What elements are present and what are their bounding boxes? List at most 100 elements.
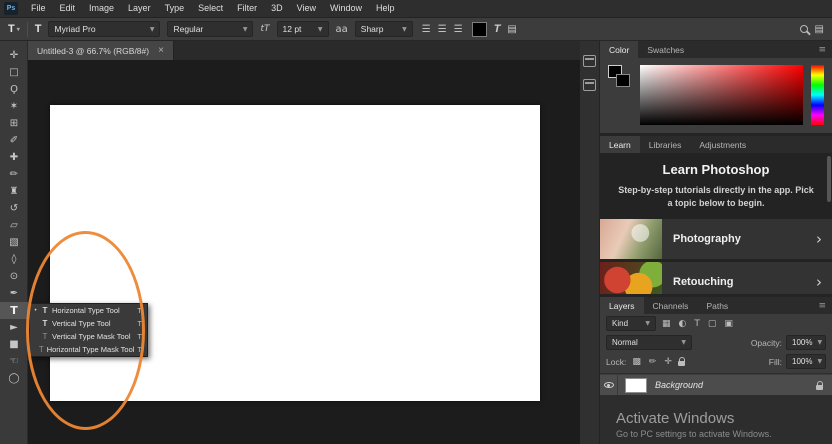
kind-filter-value: Kind xyxy=(612,319,629,328)
search-icon[interactable] xyxy=(799,25,808,33)
tool-blur[interactable]: ◊ xyxy=(0,251,28,268)
smart-object-filter-icon[interactable]: ▣ xyxy=(722,319,735,329)
eyedropper-tool-icon: ✐ xyxy=(9,134,19,146)
collapsed-panel-icon-2[interactable] xyxy=(583,79,596,91)
tool-pen[interactable]: ✒ xyxy=(0,285,28,302)
menu-filter[interactable]: Filter xyxy=(230,0,264,17)
warp-text-button[interactable]: T xyxy=(494,23,501,35)
flyout-item-vertical-type-tool[interactable]: T Vertical Type Tool T xyxy=(30,317,147,330)
tool-lasso[interactable]: Ϙ xyxy=(0,81,28,98)
tool-hand[interactable]: ☜ xyxy=(0,353,28,370)
lock-all-icon[interactable] xyxy=(677,357,685,366)
type-tool-icon: T xyxy=(8,23,15,35)
hue-slider[interactable] xyxy=(811,65,824,125)
saturation-brightness-picker[interactable] xyxy=(640,65,803,125)
layer-row-background[interactable]: Background xyxy=(600,375,832,395)
document-tab-title: Untitled-3 @ 66.7% (RGB/8#) xyxy=(37,45,150,56)
menu-image[interactable]: Image xyxy=(82,0,121,17)
shape-filter-icon[interactable]: ▢ xyxy=(706,319,719,329)
anti-alias-select[interactable]: Sharp ▼ xyxy=(354,21,413,37)
tool-dodge[interactable]: ⊙ xyxy=(0,268,28,285)
tab-layers[interactable]: Layers xyxy=(600,297,644,314)
kind-filter-select[interactable]: Kind ▼ xyxy=(606,316,656,331)
menu-window[interactable]: Window xyxy=(323,0,369,17)
menu-select[interactable]: Select xyxy=(191,0,230,17)
menu-3d[interactable]: 3D xyxy=(264,0,290,17)
flyout-item-vertical-type-mask-tool[interactable]: T Vertical Type Mask Tool T xyxy=(30,330,147,343)
align-center-button[interactable]: ☰ xyxy=(436,23,449,36)
tab-channels[interactable]: Channels xyxy=(644,297,698,314)
collapsed-panel-icon-1[interactable] xyxy=(583,55,596,67)
tab-color[interactable]: Color xyxy=(600,41,639,58)
font-style-select[interactable]: Regular ▼ xyxy=(167,21,254,37)
toggle-panels-button[interactable]: ▤ xyxy=(507,24,516,35)
tool-preset-picker[interactable]: T ▾ xyxy=(8,23,20,35)
align-left-button[interactable]: ☰ xyxy=(420,23,433,36)
lock-position-icon[interactable]: ✛ xyxy=(662,357,674,367)
tool-type[interactable]: T xyxy=(0,302,28,319)
panel-menu-icon[interactable]: ≡ xyxy=(818,41,832,58)
color-panel-tabs: Color Swatches ≡ xyxy=(600,41,832,58)
type-filter-icon[interactable]: T xyxy=(692,319,702,329)
tool-gradient[interactable]: ▧ xyxy=(0,234,28,251)
tool-brush[interactable]: ✏ xyxy=(0,166,28,183)
text-color-swatch[interactable] xyxy=(471,21,487,37)
fill-select[interactable]: 100% ▼ xyxy=(786,354,826,369)
tool-quick-selection[interactable]: ✶ xyxy=(0,98,28,115)
workspace-switcher-icon[interactable]: ▤ xyxy=(815,24,824,35)
layer-name: Background xyxy=(655,380,704,390)
text-orientation-button[interactable]: T xyxy=(35,23,42,35)
lock-pixels-icon[interactable]: ✏ xyxy=(647,357,659,367)
tool-eyedropper[interactable]: ✐ xyxy=(0,132,28,149)
font-family-select[interactable]: Myriad Pro ▼ xyxy=(48,21,161,37)
menu-view[interactable]: View xyxy=(290,0,323,17)
tool-healing-brush[interactable]: ✚ xyxy=(0,149,28,166)
chevron-down-icon: ▼ xyxy=(149,25,155,33)
tab-adjustments[interactable]: Adjustments xyxy=(690,136,755,153)
pen-tool-icon: ✒ xyxy=(9,287,19,299)
eye-icon xyxy=(603,382,614,388)
topic-photography[interactable]: Photography › xyxy=(600,219,832,260)
tool-crop[interactable]: ⊞ xyxy=(0,115,28,132)
menu-layer[interactable]: Layer xyxy=(121,0,158,17)
flyout-item-horizontal-type-mask-tool[interactable]: T Horizontal Type Mask Tool T xyxy=(30,343,147,356)
menu-bar: Ps File Edit Image Layer Type Select Fil… xyxy=(0,0,832,18)
tool-shape[interactable]: ■ xyxy=(0,336,28,353)
type-tool-flyout: • T Horizontal Type Tool T T Vertical Ty… xyxy=(29,303,148,357)
adjustment-filter-icon[interactable]: ◐ xyxy=(677,319,689,329)
close-icon[interactable]: × xyxy=(158,45,164,56)
opacity-select[interactable]: 100% ▼ xyxy=(786,335,826,350)
menu-edit[interactable]: Edit xyxy=(53,0,83,17)
scrollbar-thumb[interactable] xyxy=(827,156,831,202)
menu-file[interactable]: File xyxy=(24,0,53,17)
tool-path-selection[interactable]: ► xyxy=(0,319,28,336)
flyout-item-label: Horizontal Type Mask Tool xyxy=(46,345,135,354)
font-size-select[interactable]: 12 pt ▼ xyxy=(276,21,329,37)
tool-move[interactable]: ✛ xyxy=(0,47,28,64)
align-right-button[interactable]: ☰ xyxy=(452,23,465,36)
pixel-filter-icon[interactable]: ▦ xyxy=(660,319,673,329)
layer-thumbnail[interactable] xyxy=(625,377,647,393)
document-tab[interactable]: Untitled-3 @ 66.7% (RGB/8#) × xyxy=(28,41,174,60)
tab-swatches[interactable]: Swatches xyxy=(638,41,693,58)
menu-help[interactable]: Help xyxy=(369,0,402,17)
visibility-toggle[interactable] xyxy=(600,375,618,395)
topic-retouching[interactable]: Retouching › xyxy=(600,262,832,294)
tool-history-brush[interactable]: ↺ xyxy=(0,200,28,217)
font-family-value: Myriad Pro xyxy=(54,24,96,34)
tool-eraser[interactable]: ▱ xyxy=(0,217,28,234)
blend-mode-select[interactable]: Normal ▼ xyxy=(606,335,692,350)
tool-marquee[interactable]: □ xyxy=(0,64,28,81)
lock-transparency-icon[interactable]: ▩ xyxy=(630,357,643,367)
background-color-swatch[interactable] xyxy=(616,74,630,87)
flyout-item-horizontal-type-tool[interactable]: • T Horizontal Type Tool T xyxy=(30,304,147,317)
tool-clone-stamp[interactable]: ♜ xyxy=(0,183,28,200)
menu-type[interactable]: Type xyxy=(158,0,192,17)
learn-title: Learn Photoshop xyxy=(662,162,770,177)
tab-learn[interactable]: Learn xyxy=(600,136,640,153)
tab-paths[interactable]: Paths xyxy=(697,297,737,314)
tab-libraries[interactable]: Libraries xyxy=(640,136,691,153)
panel-menu-icon[interactable]: ≡ xyxy=(818,297,832,314)
tool-zoom[interactable]: ◯ xyxy=(0,370,28,387)
healing-brush-tool-icon: ✚ xyxy=(9,151,19,163)
